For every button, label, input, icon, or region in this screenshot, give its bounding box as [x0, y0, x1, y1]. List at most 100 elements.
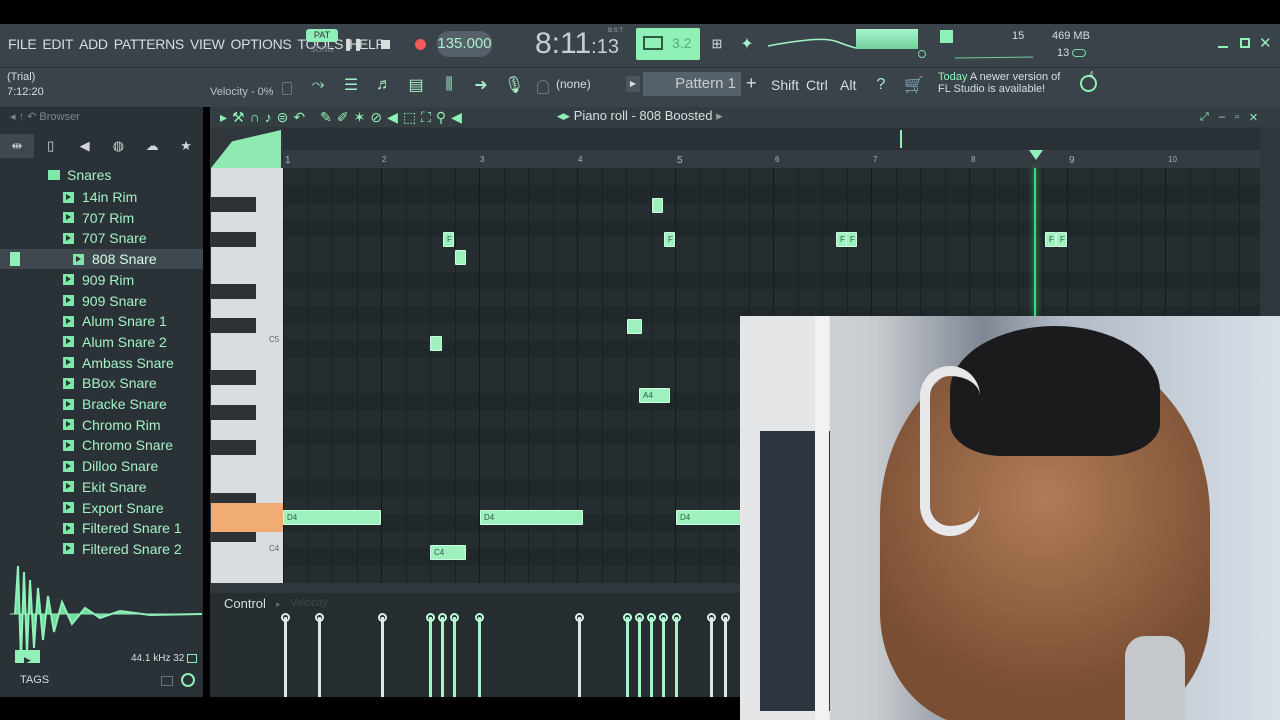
- overview-strip[interactable]: [283, 128, 1260, 150]
- loop-record-button[interactable]: ⊞: [706, 33, 728, 55]
- tab-all[interactable]: ⇹: [0, 134, 34, 158]
- velocity-bar[interactable]: [426, 613, 435, 697]
- piano-note[interactable]: [455, 250, 466, 265]
- sample-window-icon[interactable]: [187, 654, 197, 663]
- black-key[interactable]: [211, 232, 256, 247]
- shop-button[interactable]: 🛒: [903, 74, 925, 96]
- black-key[interactable]: [211, 370, 256, 385]
- tab-sounds[interactable]: ◀: [68, 134, 102, 158]
- browser-item[interactable]: 707 Rim: [0, 208, 203, 228]
- minimize-icon[interactable]: [1218, 46, 1228, 48]
- tab-files[interactable]: ▯: [34, 134, 68, 158]
- menu-edit[interactable]: EDIT: [42, 36, 73, 52]
- pattern-selector[interactable]: Pattern 1: [643, 72, 741, 96]
- velocity-bar[interactable]: [281, 613, 290, 697]
- help-button[interactable]: ?: [870, 74, 892, 96]
- browser-item[interactable]: Ambass Snare: [0, 353, 203, 373]
- playback-icon[interactable]: ◀: [451, 109, 462, 126]
- select-icon[interactable]: ⬚: [403, 109, 416, 126]
- metronome-button[interactable]: ✦: [736, 33, 758, 55]
- browser-item[interactable]: Export Snare: [0, 498, 203, 518]
- menu-file[interactable]: FILE: [8, 36, 37, 52]
- mute-icon[interactable]: ⊘: [370, 109, 382, 126]
- pause-button[interactable]: ❚❚: [342, 33, 364, 55]
- piano-note[interactable]: [430, 336, 442, 351]
- tab-favorites[interactable]: ★: [169, 134, 203, 158]
- tab-cloud[interactable]: ☁: [135, 134, 169, 158]
- ctrl-button[interactable]: Ctrl: [806, 77, 828, 93]
- highlighted-key-d4[interactable]: [211, 503, 283, 532]
- piano-note[interactable]: F: [1045, 232, 1056, 247]
- zoom-fit-icon[interactable]: ⛶: [421, 109, 431, 126]
- menu-add[interactable]: ADD: [79, 36, 108, 52]
- browser-item[interactable]: Ekit Snare: [0, 477, 203, 497]
- stop-button[interactable]: [374, 33, 396, 55]
- menu-patterns[interactable]: PATTERNS: [114, 36, 185, 52]
- velocity-bar[interactable]: [315, 613, 324, 697]
- menu-view[interactable]: VIEW: [190, 36, 225, 52]
- zoom-icon[interactable]: ⚲: [436, 109, 446, 126]
- piano-note[interactable]: [652, 198, 663, 213]
- paint-icon[interactable]: ✐: [337, 109, 349, 126]
- pr-close-icon[interactable]: ✕: [1249, 111, 1258, 124]
- arrow-button[interactable]: ➜: [470, 74, 492, 96]
- black-key[interactable]: [211, 405, 256, 420]
- mic-button[interactable]: 🎙: [503, 74, 525, 96]
- typing-keyboard-button[interactable]: 3.2: [636, 28, 700, 60]
- maximize-icon[interactable]: [1240, 38, 1250, 48]
- menu-options[interactable]: OPTIONS: [231, 36, 292, 52]
- browser-item[interactable]: Bracke Snare: [0, 394, 203, 414]
- browser-item[interactable]: BBox Snare: [0, 373, 203, 393]
- playlist-button[interactable]: ☰: [340, 74, 362, 96]
- velocity-bar[interactable]: [672, 613, 681, 697]
- pat-song-toggle[interactable]: PAT SONG: [306, 29, 338, 59]
- black-key[interactable]: [211, 284, 256, 299]
- options-arrow-icon[interactable]: ▸: [220, 109, 227, 126]
- browser-item[interactable]: 808 Snare: [0, 249, 203, 270]
- shift-button[interactable]: Shift: [771, 77, 799, 93]
- magnet-icon[interactable]: ∩: [250, 109, 260, 126]
- close-icon[interactable]: ✕: [1259, 34, 1272, 52]
- piano-note[interactable]: F: [443, 232, 454, 247]
- browser-item[interactable]: Dilloo Snare: [0, 456, 203, 476]
- search-icon[interactable]: [181, 673, 195, 687]
- playhead-marker-icon[interactable]: [1029, 150, 1043, 160]
- channel-selector[interactable]: (none): [556, 77, 591, 91]
- velocity-lane[interactable]: [281, 612, 740, 697]
- piano-roll-title-group[interactable]: ◂▸ Piano roll - 808 Boosted ▸: [557, 108, 723, 124]
- tempo-display[interactable]: 135.000: [437, 31, 492, 57]
- mixer-button[interactable]: ⫼: [438, 74, 460, 96]
- velocity-bar[interactable]: [475, 613, 484, 697]
- pitch-knob[interactable]: [918, 50, 926, 58]
- browser-item[interactable]: Alum Snare 1: [0, 311, 203, 331]
- browser-item[interactable]: 707 Snare: [0, 228, 203, 248]
- preview-play-button[interactable]: ▶: [15, 650, 40, 665]
- snap-button[interactable]: ⤳: [307, 74, 329, 96]
- velocity-bar[interactable]: [378, 613, 387, 697]
- piano-note[interactable]: F: [664, 232, 675, 247]
- velocity-bar[interactable]: [659, 613, 668, 697]
- browser-item[interactable]: 909 Rim: [0, 270, 203, 290]
- browser-item[interactable]: Filtered Snare 2: [0, 539, 203, 559]
- tab-online[interactable]: ◍: [101, 134, 135, 158]
- undo-icon[interactable]: ↶: [293, 109, 305, 126]
- alt-button[interactable]: Alt: [840, 77, 856, 93]
- pencil-icon[interactable]: ✎: [320, 109, 332, 126]
- browser-item[interactable]: Alum Snare 2: [0, 332, 203, 352]
- channel-rack-button[interactable]: ▤: [405, 74, 427, 96]
- pr-minimize-icon[interactable]: –: [1219, 111, 1225, 124]
- piano-note[interactable]: D4: [480, 510, 583, 525]
- note-icon[interactable]: ♪: [265, 109, 272, 126]
- wrench-icon[interactable]: ⚒: [232, 109, 245, 126]
- control-label[interactable]: Control: [224, 596, 266, 611]
- velocity-bar[interactable]: [450, 613, 459, 697]
- delete-icon[interactable]: ✶: [354, 109, 366, 126]
- timeline-ruler[interactable]: [283, 150, 1260, 168]
- master-volume-meter[interactable]: [856, 29, 918, 49]
- velocity-bar[interactable]: [647, 613, 656, 697]
- browser-item[interactable]: Chromo Rim: [0, 415, 203, 435]
- piano-note[interactable]: D4: [283, 510, 381, 525]
- velocity-bar[interactable]: [707, 613, 716, 697]
- pattern-prev-button[interactable]: ▶: [626, 76, 640, 92]
- add-pattern-button[interactable]: +: [746, 73, 757, 94]
